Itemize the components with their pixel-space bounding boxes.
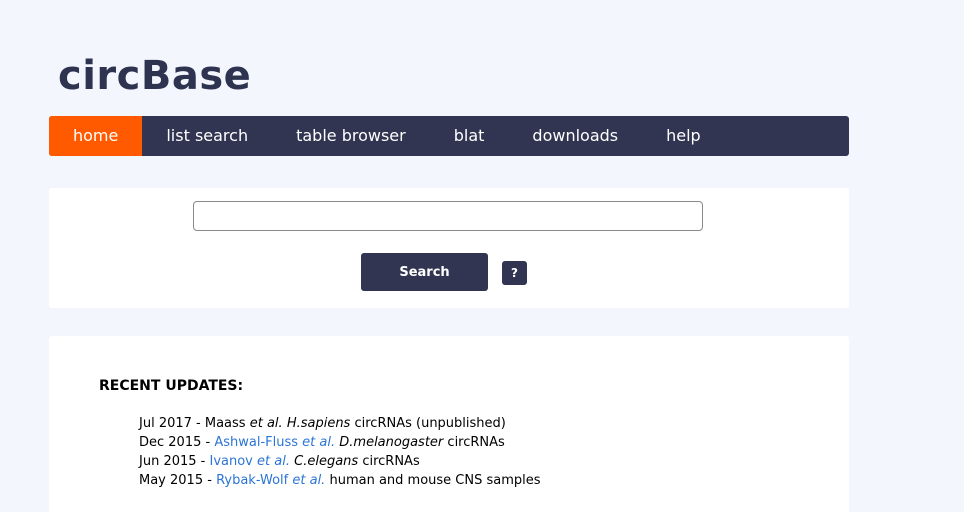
update-author: Maass <box>204 416 246 431</box>
nav-item-blat[interactable]: blat <box>430 116 509 156</box>
main-nav: home list search table browser blat down… <box>49 116 849 156</box>
recent-updates-title: RECENT UPDATES: <box>99 378 244 394</box>
update-author: Ivanov <box>209 454 253 469</box>
update-description: human and mouse CNS samples <box>329 473 541 488</box>
update-date: Jun 2015 <box>139 454 197 469</box>
update-separator: - <box>196 454 210 469</box>
update-date: May 2015 <box>139 473 204 488</box>
nav-item-list-search[interactable]: list search <box>142 116 272 156</box>
update-etal: et al. <box>249 416 283 431</box>
updates-list: Jul 2017 - Maass et al. H.sapiens circRN… <box>139 414 541 490</box>
update-description: circRNAs (unpublished) <box>354 416 506 431</box>
list-item: Dec 2015 - Ashwal-Fluss et al. D.melanog… <box>139 433 541 452</box>
list-item: Jul 2017 - Maass et al. H.sapiens circRN… <box>139 414 541 433</box>
update-description: circRNAs <box>362 454 420 469</box>
update-species: C.elegans <box>294 454 359 469</box>
nav-item-table-browser[interactable]: table browser <box>272 116 430 156</box>
update-date: Dec 2015 <box>139 435 202 450</box>
search-panel: Search ? <box>49 188 849 308</box>
update-author-link[interactable]: Ashwal-Fluss et al. <box>214 435 335 450</box>
site-logo[interactable]: circBase <box>58 50 251 102</box>
list-item: May 2015 - Rybak-Wolf et al. human and m… <box>139 471 541 490</box>
update-author: Rybak-Wolf <box>216 473 289 488</box>
recent-updates-panel: RECENT UPDATES: Jul 2017 - Maass et al. … <box>49 336 849 512</box>
update-etal: et al. <box>257 454 290 469</box>
search-input[interactable] <box>193 201 703 231</box>
update-species: D.melanogaster <box>339 435 444 450</box>
search-button[interactable]: Search <box>361 253 488 291</box>
nav-item-home[interactable]: home <box>49 116 143 156</box>
update-author-link[interactable]: Ivanov et al. <box>210 454 290 469</box>
update-author: Ashwal-Fluss <box>214 435 299 450</box>
update-separator: - <box>201 435 215 450</box>
nav-item-downloads[interactable]: downloads <box>508 116 642 156</box>
page: circBase home list search table browser … <box>0 0 964 512</box>
update-description: circRNAs <box>447 435 505 450</box>
update-separator: - <box>191 416 205 431</box>
update-etal: et al. <box>292 473 326 488</box>
update-separator: - <box>203 473 217 488</box>
update-date: Jul 2017 <box>139 416 192 431</box>
nav-item-help[interactable]: help <box>642 116 725 156</box>
list-item: Jun 2015 - Ivanov et al. C.elegans circR… <box>139 452 541 471</box>
update-author-link[interactable]: Rybak-Wolf et al. <box>216 473 325 488</box>
update-species: H.sapiens <box>286 416 351 431</box>
search-help-button[interactable]: ? <box>502 261 527 285</box>
update-etal: et al. <box>302 435 336 450</box>
